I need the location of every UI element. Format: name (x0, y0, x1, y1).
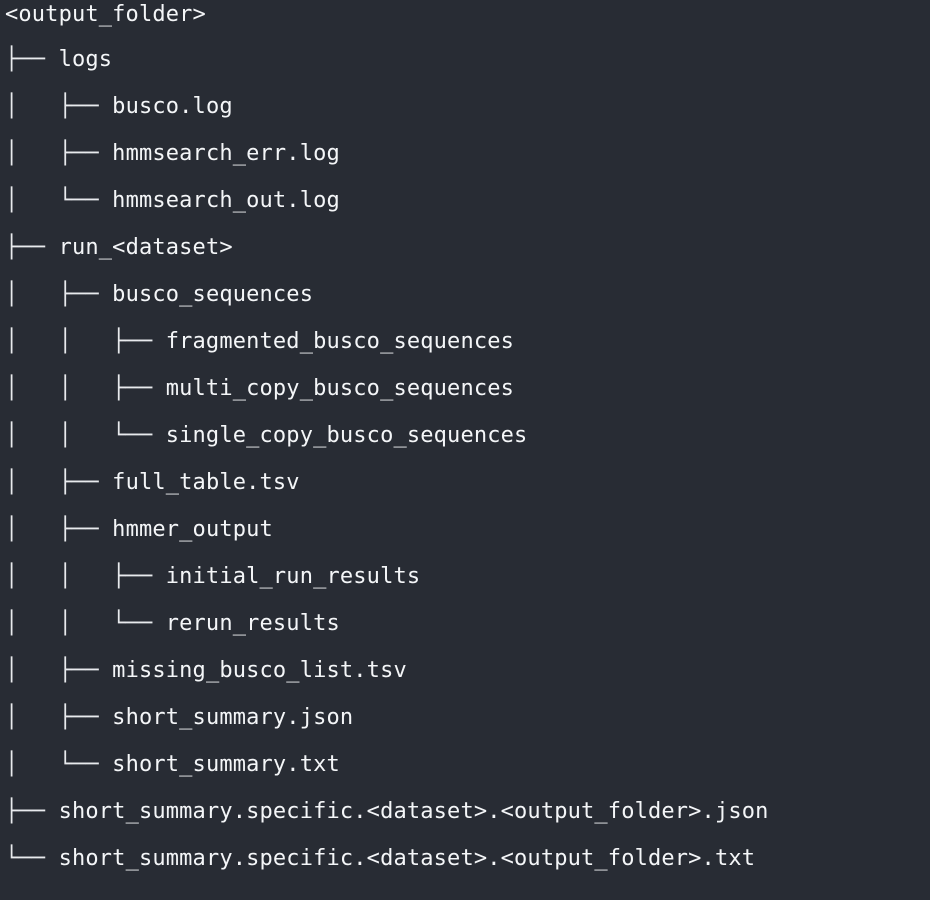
tree-line: ├── short_summary.specific.<dataset>.<ou… (5, 797, 769, 844)
tree-item-name: logs (58, 47, 113, 72)
tree-item-name: initial_run_results (165, 564, 421, 589)
tree-item-name: fragmented_busco_sequences (165, 329, 515, 354)
tree-guide: │ ├── (5, 658, 113, 683)
tree-line: │ │ ├── multi_copy_busco_sequences (5, 374, 514, 421)
tree-guide: │ │ └── (5, 423, 166, 448)
tree-line: │ └── short_summary.txt (5, 750, 340, 797)
tree-line: │ ├── hmmer_output (5, 515, 273, 562)
tree-line-root: <output_folder> (5, 0, 206, 47)
tree-guide: │ ├── (5, 705, 113, 730)
tree-guide: │ ├── (5, 94, 113, 119)
tree-guide: │ │ └── (5, 611, 166, 636)
tree-item-name: rerun_results (165, 611, 340, 636)
tree-guide: ├── (5, 47, 59, 72)
tree-guide: │ ├── (5, 141, 113, 166)
tree-guide: └── (5, 846, 59, 871)
tree-item-name: multi_copy_busco_sequences (165, 376, 515, 401)
tree-line: │ └── hmmsearch_out.log (5, 186, 340, 233)
tree-line: │ ├── busco.log (5, 92, 233, 139)
tree-line: ├── run_<dataset> (5, 233, 233, 280)
tree-line: │ │ └── rerun_results (5, 609, 340, 656)
tree-guide: │ │ ├── (5, 329, 166, 354)
tree-item-name: missing_busco_list.tsv (112, 658, 407, 683)
tree-line: │ ├── short_summary.json (5, 703, 353, 750)
tree-line: │ ├── hmmsearch_err.log (5, 139, 340, 186)
tree-guide: │ ├── (5, 470, 113, 495)
tree-item-name: full_table.tsv (112, 470, 300, 495)
tree-guide: │ └── (5, 752, 113, 777)
tree-item-name: busco_sequences (112, 282, 314, 307)
tree-guide: │ │ ├── (5, 376, 166, 401)
directory-tree: <output_folder> ├── logs │ ├── busco.log… (0, 0, 930, 900)
tree-item-name: short_summary.specific.<dataset>.<output… (58, 799, 769, 824)
tree-item-name: short_summary.txt (112, 752, 340, 777)
tree-item-name: <output_folder> (5, 2, 206, 27)
tree-line: │ │ └── single_copy_busco_sequences (5, 421, 527, 468)
tree-item-name: run_<dataset> (58, 235, 233, 260)
tree-guide: │ ├── (5, 517, 113, 542)
tree-line: │ │ ├── initial_run_results (5, 562, 420, 609)
tree-item-name: short_summary.specific.<dataset>.<output… (58, 846, 756, 871)
tree-item-name: short_summary.json (112, 705, 354, 730)
tree-item-name: busco.log (112, 94, 233, 119)
tree-guide: ├── (5, 235, 59, 260)
tree-item-name: single_copy_busco_sequences (165, 423, 528, 448)
tree-line: └── short_summary.specific.<dataset>.<ou… (5, 844, 755, 891)
tree-line: ├── logs (5, 45, 112, 92)
tree-line: │ │ ├── fragmented_busco_sequences (5, 327, 514, 374)
tree-guide: ├── (5, 799, 59, 824)
tree-guide: │ │ ├── (5, 564, 166, 589)
tree-item-name: hmmer_output (112, 517, 273, 542)
tree-line: │ ├── missing_busco_list.tsv (5, 656, 407, 703)
tree-line: │ ├── busco_sequences (5, 280, 313, 327)
tree-guide: │ ├── (5, 282, 113, 307)
tree-item-name: hmmsearch_out.log (112, 188, 340, 213)
tree-item-name: hmmsearch_err.log (112, 141, 340, 166)
tree-line: │ ├── full_table.tsv (5, 468, 300, 515)
tree-guide: │ └── (5, 188, 113, 213)
